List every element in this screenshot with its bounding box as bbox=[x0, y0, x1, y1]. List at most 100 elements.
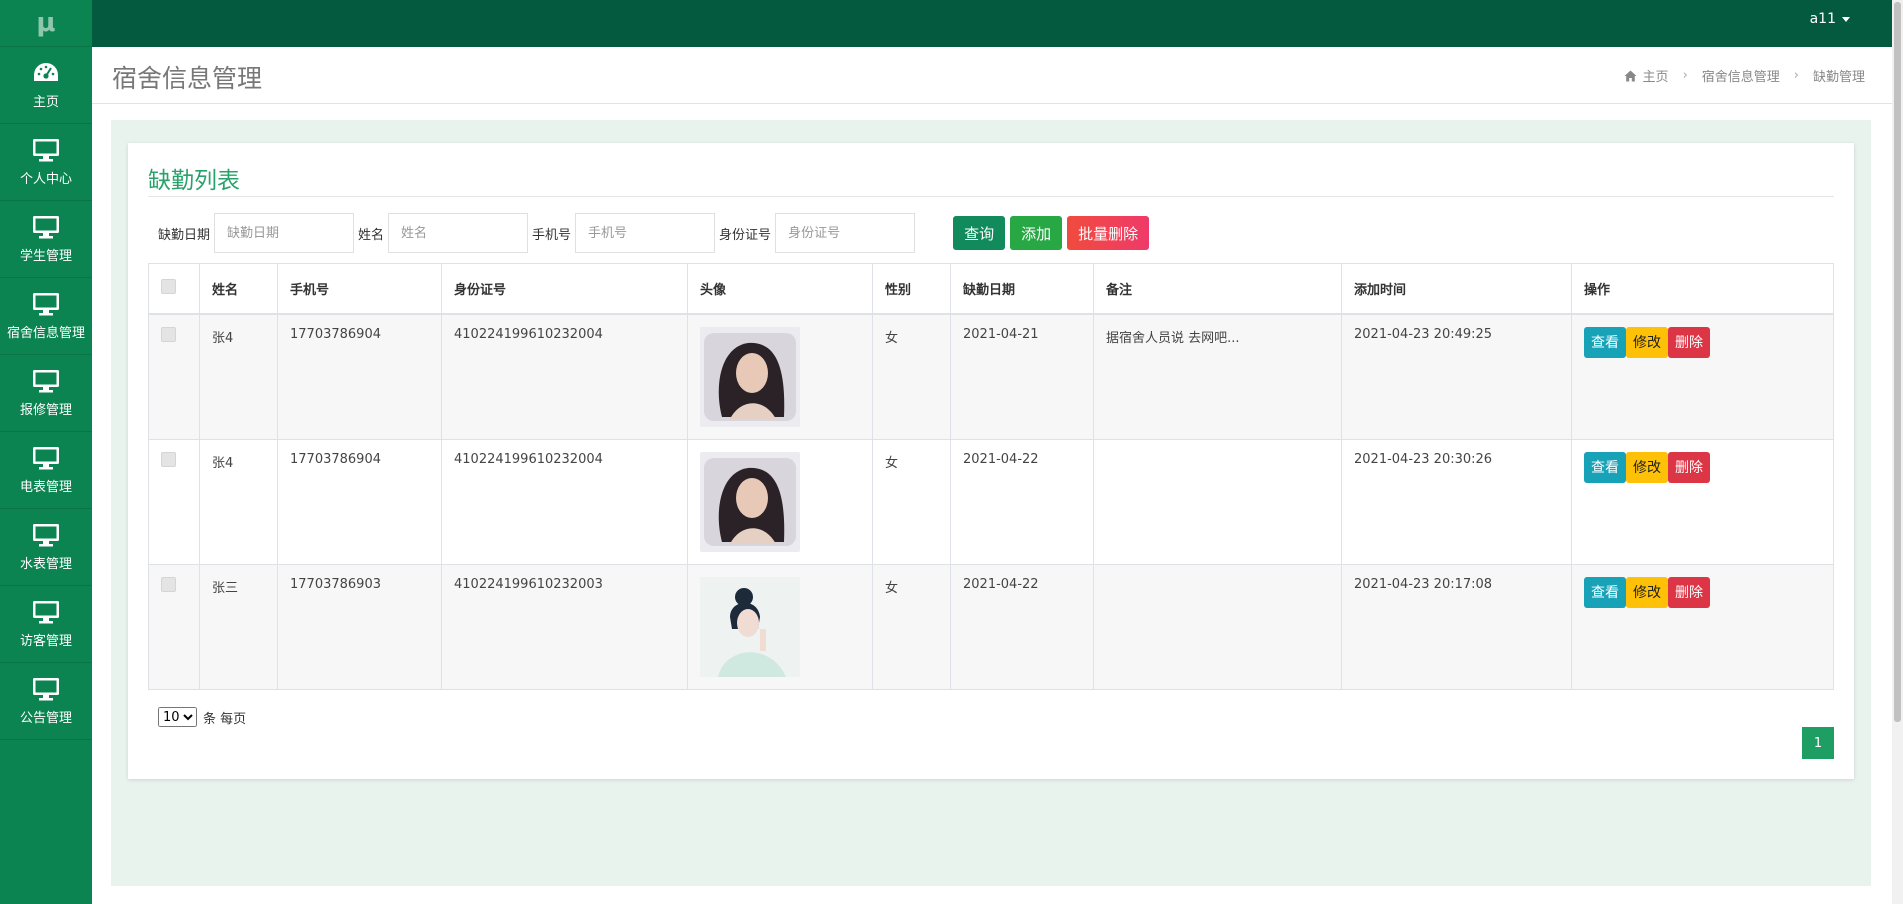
search-form: 缺勤日期 姓名 手机号 身份证号 查询 添加 批量删除 bbox=[158, 213, 1150, 253]
cell-id-number: 410224199610232004 bbox=[441, 438, 688, 565]
cell-id-number: 410224199610232004 bbox=[441, 313, 688, 440]
row-checkbox[interactable] bbox=[161, 576, 176, 592]
monitor-icon bbox=[33, 369, 59, 392]
absence-table: 姓名 手机号 身份证号 头像 性别 缺勤日期 备注 添加时间 操作 张4 177… bbox=[148, 263, 1834, 690]
edit-button[interactable]: 修改 bbox=[1626, 576, 1668, 608]
monitor-icon bbox=[33, 446, 59, 469]
cell-name: 张4 bbox=[199, 438, 278, 565]
row-select-cell bbox=[148, 313, 200, 440]
sidebar-item-water[interactable]: 水表管理 bbox=[0, 509, 92, 586]
breadcrumb-dorm-info[interactable]: 宿舍信息管理 bbox=[1702, 66, 1780, 85]
cell-absence-date: 2021-04-22 bbox=[950, 438, 1094, 565]
select-all-checkbox[interactable] bbox=[161, 278, 176, 294]
breadcrumb: 主页 › 宿舍信息管理 › 缺勤管理 bbox=[1624, 66, 1865, 85]
batch-delete-button[interactable]: 批量删除 bbox=[1067, 216, 1150, 250]
edit-button[interactable]: 修改 bbox=[1626, 451, 1668, 483]
cell-absence-date: 2021-04-21 bbox=[950, 313, 1094, 440]
select-all-cell bbox=[148, 263, 200, 315]
sidebar-item-label: 学生管理 bbox=[19, 248, 72, 264]
page-number-button[interactable]: 1 bbox=[1802, 727, 1834, 759]
home-icon bbox=[1624, 70, 1637, 81]
chevron-right-icon: › bbox=[1682, 68, 1688, 83]
name-input[interactable] bbox=[388, 213, 529, 253]
cell-avatar bbox=[687, 563, 873, 690]
sidebar-item-electricity[interactable]: 电表管理 bbox=[0, 432, 92, 509]
phone-label: 手机号 bbox=[532, 227, 572, 243]
scrollbar-thumb[interactable] bbox=[1894, 2, 1901, 722]
row-select-cell bbox=[148, 563, 200, 690]
user-menu[interactable]: a11 bbox=[1810, 11, 1850, 27]
sidebar-item-home[interactable]: 主页 bbox=[0, 47, 92, 124]
monitor-icon bbox=[33, 215, 59, 238]
table-header-row: 姓名 手机号 身份证号 头像 性别 缺勤日期 备注 添加时间 操作 bbox=[148, 263, 1834, 315]
cell-phone: 17703786904 bbox=[277, 438, 442, 565]
delete-button[interactable]: 删除 bbox=[1668, 451, 1710, 483]
sidebar-item-label: 宿舍信息管理 bbox=[6, 325, 85, 341]
cell-actions: 查看 修改 删除 bbox=[1571, 438, 1834, 565]
monitor-icon bbox=[33, 292, 59, 315]
sidebar-item-notices[interactable]: 公告管理 bbox=[0, 663, 92, 740]
monitor-icon bbox=[33, 138, 59, 161]
page-title: 宿舍信息管理 bbox=[112, 64, 263, 93]
breadcrumb-home[interactable]: 主页 bbox=[1643, 66, 1669, 85]
scrollbar[interactable] bbox=[1892, 0, 1903, 904]
caret-down-icon bbox=[1842, 16, 1850, 22]
cell-absence-date: 2021-04-22 bbox=[950, 563, 1094, 690]
sidebar-item-label: 访客管理 bbox=[19, 633, 72, 649]
row-select-cell bbox=[148, 438, 200, 565]
page-size-control: 10 条 每页 bbox=[158, 707, 246, 727]
table-row: 张4 17703786904 410224199610232004 女 2021… bbox=[148, 313, 1834, 440]
cell-name: 张三 bbox=[199, 563, 278, 690]
page-header: 宿舍信息管理 主页 › 宿舍信息管理 › 缺勤管理 bbox=[92, 47, 1892, 104]
sidebar-item-dorm-info[interactable]: 宿舍信息管理 bbox=[0, 278, 92, 355]
dashboard-icon bbox=[34, 62, 58, 81]
table-row: 张4 17703786904 410224199610232004 女 2021… bbox=[148, 438, 1834, 565]
sidebar-item-label: 报修管理 bbox=[19, 402, 72, 418]
cell-id-number: 410224199610232003 bbox=[441, 563, 688, 690]
divider bbox=[148, 196, 1834, 197]
top-bar: a11 bbox=[0, 0, 1892, 47]
cell-gender: 女 bbox=[872, 438, 951, 565]
sidebar: μ 主页 个人中心 学生管理 宿舍信息管理 报修管理 电表管理 水表管理 访客管… bbox=[0, 0, 92, 904]
name-label: 姓名 bbox=[358, 227, 385, 243]
view-button[interactable]: 查看 bbox=[1584, 576, 1626, 608]
sidebar-item-label: 水表管理 bbox=[19, 556, 72, 572]
date-label: 缺勤日期 bbox=[158, 227, 211, 243]
sidebar-item-students[interactable]: 学生管理 bbox=[0, 201, 92, 278]
monitor-icon bbox=[33, 523, 59, 546]
col-actions: 操作 bbox=[1571, 263, 1834, 315]
delete-button[interactable]: 删除 bbox=[1668, 326, 1710, 358]
col-name: 姓名 bbox=[199, 263, 278, 315]
cell-note: 据宿舍人员说 去网吧... bbox=[1093, 313, 1342, 440]
breadcrumb-current: 缺勤管理 bbox=[1812, 70, 1865, 85]
view-button[interactable]: 查看 bbox=[1584, 451, 1626, 483]
query-button[interactable]: 查询 bbox=[953, 216, 1006, 250]
col-note: 备注 bbox=[1093, 263, 1342, 315]
sidebar-item-label: 个人中心 bbox=[19, 171, 72, 187]
user-name: a11 bbox=[1809, 11, 1836, 27]
cell-avatar bbox=[687, 438, 873, 565]
panel-title: 缺勤列表 bbox=[148, 168, 240, 194]
cell-note bbox=[1093, 438, 1342, 565]
absence-date-input[interactable] bbox=[214, 213, 355, 253]
phone-input[interactable] bbox=[575, 213, 716, 253]
id-number-label: 身份证号 bbox=[719, 227, 772, 243]
delete-button[interactable]: 删除 bbox=[1668, 576, 1710, 608]
avatar bbox=[700, 326, 800, 427]
cell-avatar bbox=[687, 313, 873, 440]
page-size-select[interactable]: 10 bbox=[158, 707, 197, 727]
row-checkbox[interactable] bbox=[161, 326, 176, 342]
add-button[interactable]: 添加 bbox=[1010, 216, 1063, 250]
logo: μ bbox=[0, 0, 92, 47]
sidebar-item-repairs[interactable]: 报修管理 bbox=[0, 355, 92, 432]
sidebar-item-profile[interactable]: 个人中心 bbox=[0, 124, 92, 201]
absence-list-panel: 缺勤列表 缺勤日期 姓名 手机号 身份证号 查询 添加 批量删除 姓名 手机号 … bbox=[128, 143, 1854, 779]
row-checkbox[interactable] bbox=[161, 451, 176, 467]
id-number-input[interactable] bbox=[775, 213, 916, 253]
view-button[interactable]: 查看 bbox=[1584, 326, 1626, 358]
cell-added-time: 2021-04-23 20:30:26 bbox=[1341, 438, 1572, 565]
edit-button[interactable]: 修改 bbox=[1626, 326, 1668, 358]
table-row: 张三 17703786903 410224199610232003 女 2021… bbox=[148, 563, 1834, 690]
cell-actions: 查看 修改 删除 bbox=[1571, 313, 1834, 440]
sidebar-item-visitors[interactable]: 访客管理 bbox=[0, 586, 92, 663]
